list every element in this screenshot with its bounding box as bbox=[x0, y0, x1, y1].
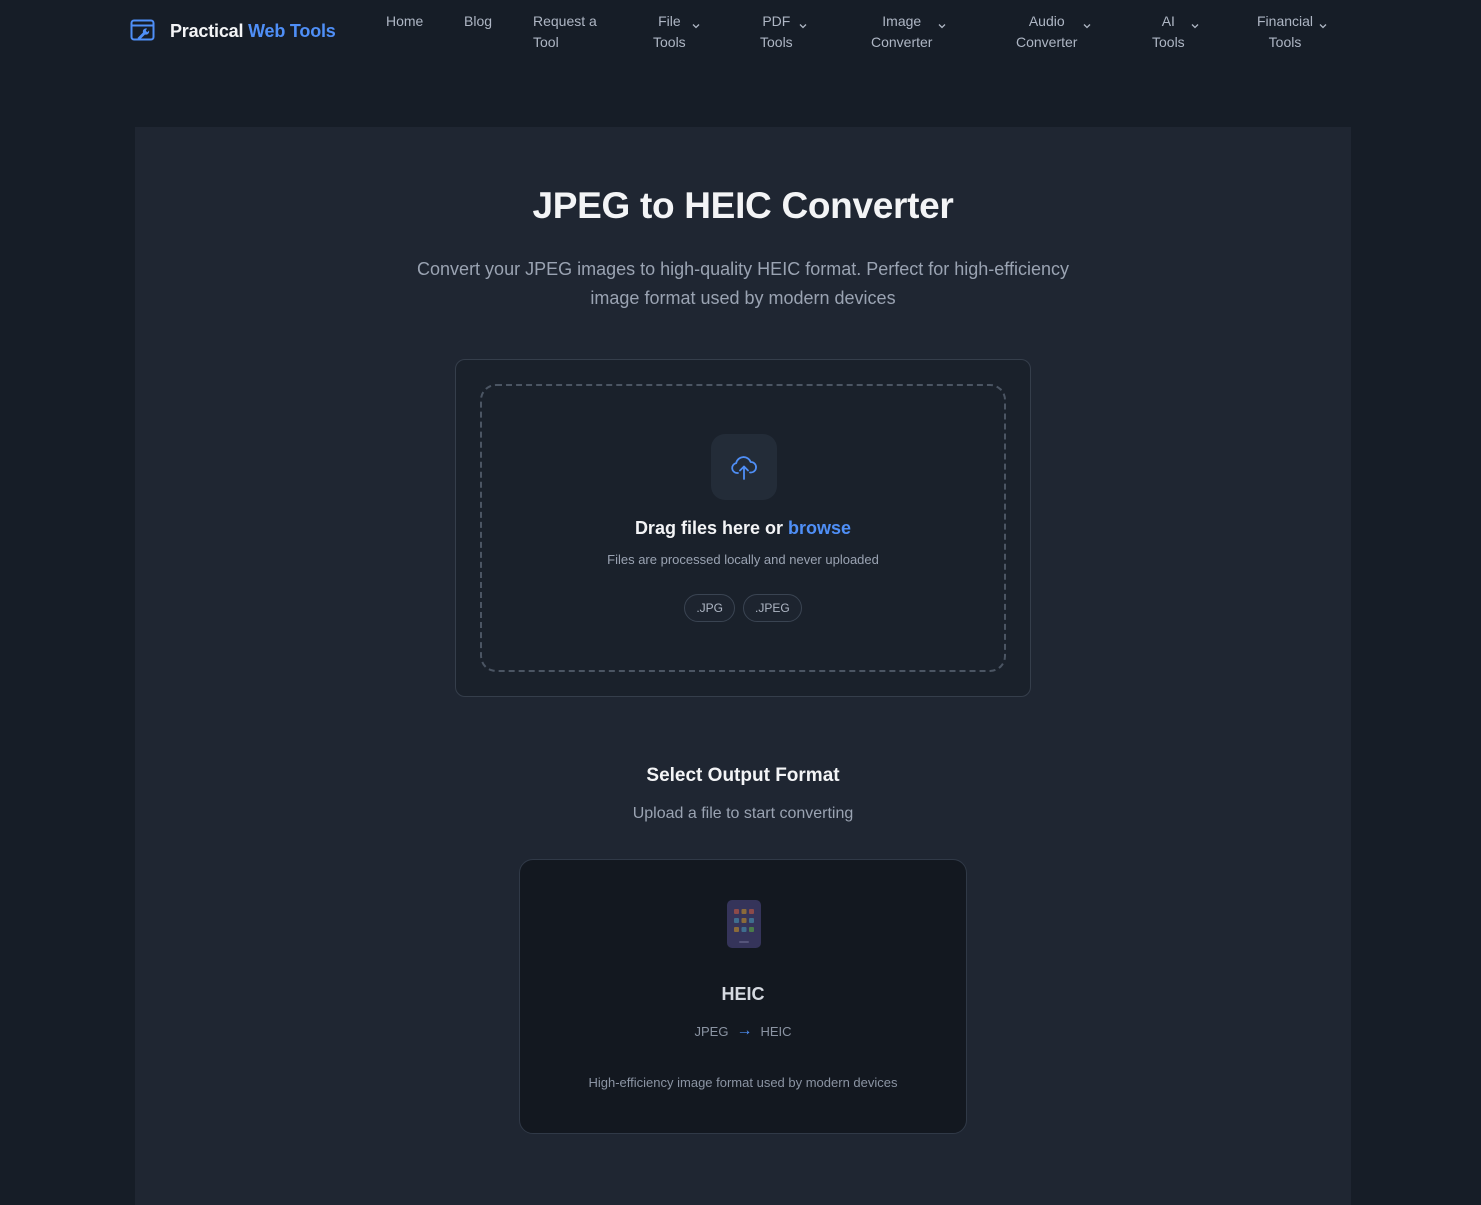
upload-card: Drag files here or browse Files are proc… bbox=[455, 359, 1031, 697]
nav-ai-tools[interactable]: AI Tools bbox=[1152, 11, 1199, 53]
source-format: JPEG bbox=[694, 1023, 729, 1039]
arrow-right-icon: → bbox=[736, 1022, 753, 1039]
nav-file-tools-label: File Tools bbox=[653, 13, 686, 50]
chevron-down-icon bbox=[692, 24, 700, 29]
file-dropzone[interactable]: Drag files here or browse Files are proc… bbox=[480, 384, 1006, 672]
chevron-down-icon bbox=[1084, 24, 1091, 29]
nav-audio-converter-label: Audio Converter bbox=[1016, 13, 1078, 50]
chevron-down-icon bbox=[799, 24, 807, 29]
nav-audio-converter[interactable]: Audio Converter bbox=[1016, 11, 1091, 53]
brand-accent: Web Tools bbox=[248, 20, 336, 41]
accepted-formats: .JPG .JPEG bbox=[482, 594, 1004, 622]
output-format-title: Select Output Format bbox=[646, 765, 840, 786]
format-description: High-efficiency image format used by mod… bbox=[588, 1075, 898, 1090]
nav-blog-label: Blog bbox=[464, 13, 493, 29]
format-option-heic[interactable]: HEIC JPEG → HEIC High-efficiency image f… bbox=[519, 859, 967, 1134]
chevron-down-icon bbox=[1319, 24, 1327, 29]
nav-image-converter[interactable]: Image Converter bbox=[871, 11, 946, 53]
nav-pdf-tools[interactable]: PDF Tools bbox=[760, 11, 807, 53]
nav-financial-tools[interactable]: Financial Tools bbox=[1257, 11, 1327, 53]
nav-request-tool-label: Request a Tool bbox=[533, 13, 597, 50]
privacy-note: Files are processed locally and never up… bbox=[607, 552, 879, 567]
nav-file-tools[interactable]: File Tools bbox=[653, 11, 700, 53]
nav-home-label: Home bbox=[386, 13, 424, 29]
target-format: HEIC bbox=[760, 1023, 792, 1039]
nav-financial-tools-label: Financial Tools bbox=[1257, 13, 1314, 50]
converter-panel: JPEG to HEIC Converter Convert your JPEG… bbox=[135, 127, 1351, 1205]
browse-link[interactable]: browse bbox=[788, 518, 851, 538]
nav-request-tool[interactable]: Request a Tool bbox=[533, 11, 597, 53]
chevron-down-icon bbox=[939, 24, 946, 29]
nav-pdf-tools-label: PDF Tools bbox=[760, 13, 793, 50]
format-chip-jpeg: .JPEG bbox=[742, 594, 802, 622]
nav-ai-tools-label: AI Tools bbox=[1152, 13, 1185, 50]
upload-icon-container bbox=[711, 434, 777, 500]
nav-blog[interactable]: Blog bbox=[464, 11, 492, 32]
cloud-upload-icon bbox=[731, 456, 757, 480]
nav-home[interactable]: Home bbox=[386, 11, 423, 32]
page-title: JPEG to HEIC Converter bbox=[532, 185, 954, 226]
phone-apps-icon bbox=[727, 900, 761, 948]
chevron-down-icon bbox=[1191, 24, 1199, 29]
top-navigation: Practical Web Tools Home Blog Request aT… bbox=[0, 0, 1481, 62]
output-format-subtitle: Upload a file to start converting bbox=[632, 805, 854, 822]
page-subtitle: Convert your JPEG images to high-quality… bbox=[417, 259, 1069, 308]
format-chip-jpg: .JPG bbox=[684, 594, 735, 622]
brand-name: Practical bbox=[170, 20, 244, 41]
nav-image-converter-label: Image Converter bbox=[871, 13, 933, 50]
conversion-flow: JPEG → HEIC bbox=[520, 1022, 966, 1040]
wrench-window-icon bbox=[130, 19, 155, 41]
drag-instruction: Drag files here or browse bbox=[634, 518, 852, 538]
format-name: HEIC bbox=[721, 984, 765, 1004]
brand-logo-link[interactable]: Practical Web Tools bbox=[130, 17, 336, 45]
